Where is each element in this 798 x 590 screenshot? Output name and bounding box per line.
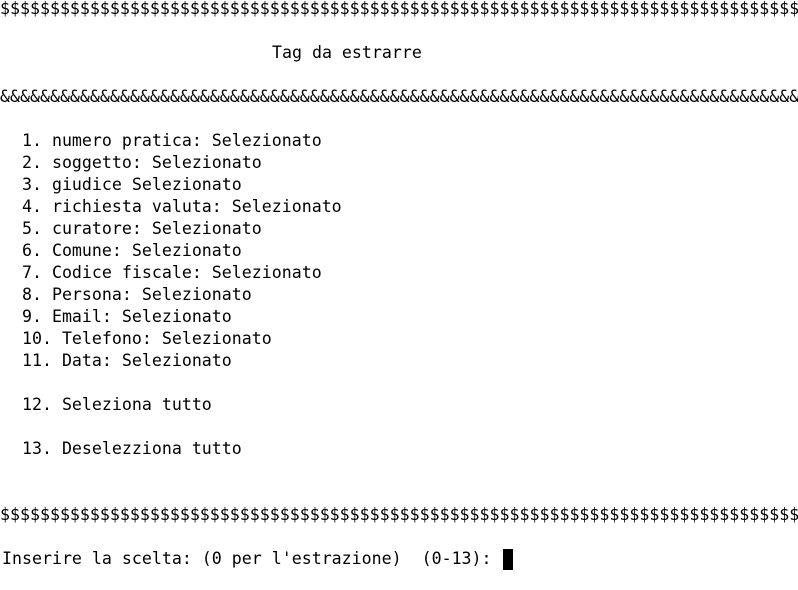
menu-item-select-all: 12. Seleziona tutto bbox=[2, 395, 212, 414]
menu-item-comune: 6. Comune: Selezionato bbox=[2, 241, 242, 260]
menu-item-persona: 8. Persona: Selezionato bbox=[2, 285, 252, 304]
menu-item-soggetto: 2. soggetto: Selezionato bbox=[2, 153, 262, 172]
title-rule: &&&&&&&&&&&&&&&&&&&&&&&&&&&&&&&&&&&&&&&&… bbox=[0, 87, 798, 106]
choice-prompt-label: Inserire la scelta: (0 per l'estrazione)… bbox=[2, 549, 502, 568]
bottom-rule: $$$$$$$$$$$$$$$$$$$$$$$$$$$$$$$$$$$$$$$$… bbox=[0, 505, 798, 524]
menu-item-deselect-all: 13. Deselezziona tutto bbox=[2, 439, 242, 458]
menu-item-data: 11. Data: Selezionato bbox=[2, 351, 232, 370]
menu-item-numero-pratica: 1. numero pratica: Selezionato bbox=[2, 131, 322, 150]
terminal-window: $$$$$$$$$$$$$$$$$$$$$$$$$$$$$$$$$$$$$$$$… bbox=[0, 0, 798, 590]
menu-item-email: 9. Email: Selezionato bbox=[2, 307, 232, 326]
top-rule: $$$$$$$$$$$$$$$$$$$$$$$$$$$$$$$$$$$$$$$$… bbox=[0, 0, 798, 18]
menu-item-curatore: 5. curatore: Selezionato bbox=[2, 219, 262, 238]
choice-prompt-row[interactable]: Inserire la scelta: (0 per l'estrazione)… bbox=[2, 548, 513, 570]
menu-item-giudice: 3. giudice Selezionato bbox=[2, 175, 242, 194]
menu-item-codice-fiscale: 7. Codice fiscale: Selezionato bbox=[2, 263, 322, 282]
menu-item-telefono: 10. Telefono: Selezionato bbox=[2, 329, 272, 348]
text-cursor bbox=[502, 548, 513, 570]
page-title: Tag da estrarre bbox=[272, 43, 422, 62]
menu-item-richiesta-valuta: 4. richiesta valuta: Selezionato bbox=[2, 197, 342, 216]
